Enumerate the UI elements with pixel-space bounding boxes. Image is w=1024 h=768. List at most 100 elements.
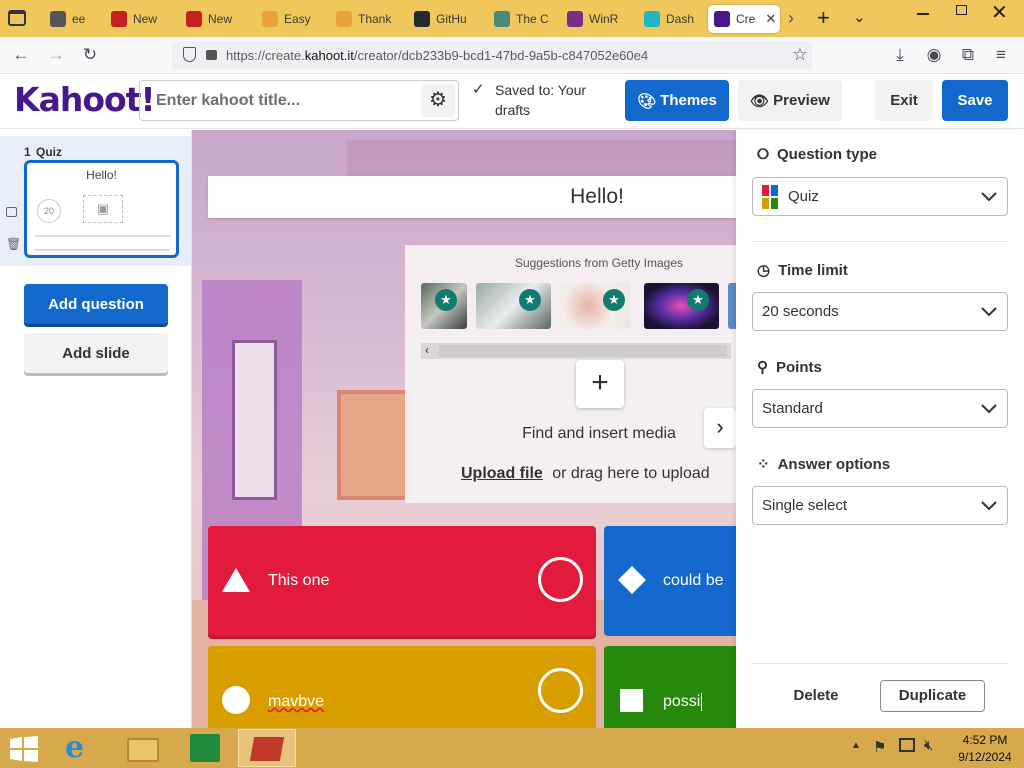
points-select[interactable]: Standard xyxy=(752,389,1008,428)
firefox-taskbar-button[interactable] xyxy=(238,729,296,767)
clock-time[interactable]: 4:52 PM xyxy=(955,733,1015,747)
quiz-icon xyxy=(762,184,778,209)
answer-4-text: possi xyxy=(663,693,703,711)
winrar-icon xyxy=(567,11,583,27)
slide-thumbnail[interactable]: Hello! 20 ▣ xyxy=(24,160,179,258)
insert-media-button[interactable]: + xyxy=(576,360,624,408)
network-icon[interactable] xyxy=(899,738,915,752)
extensions-icon[interactable]: ⧉ xyxy=(957,45,979,65)
slide-number: 1 xyxy=(24,145,31,159)
github-icon xyxy=(414,11,430,27)
browser-tab[interactable]: Cre ✕ xyxy=(708,5,780,33)
back-chevron-icon xyxy=(50,11,66,27)
settings-gear-icon[interactable]: ⚙ xyxy=(421,84,455,117)
upload-row: Upload file or drag here to upload xyxy=(461,465,736,487)
internet-explorer-icon[interactable]: e xyxy=(65,730,84,765)
kahoot-title-input[interactable]: Enter kahoot title... xyxy=(139,80,459,121)
browser-tab[interactable]: Thank xyxy=(330,5,392,33)
close-window-icon[interactable]: ✕ xyxy=(991,0,1008,25)
browser-tab[interactable]: ee xyxy=(44,5,92,33)
browser-tab-label: New xyxy=(208,12,233,26)
minimize-icon[interactable] xyxy=(917,13,929,15)
slide-type: Quiz xyxy=(36,145,62,159)
question-type-icon: ⭘ xyxy=(757,146,770,163)
question-type-select[interactable]: Quiz xyxy=(752,177,1008,216)
url-bar[interactable]: https://create. kahoot.it/creator/dcb233b… xyxy=(172,41,812,70)
tab-scroll-right-icon[interactable]: › xyxy=(788,8,794,29)
question-title-text: Hello! xyxy=(570,185,624,208)
browser-tab[interactable]: New xyxy=(180,5,242,33)
menu-icon[interactable]: ≡ xyxy=(990,45,1012,65)
clock-date[interactable]: 9/12/2024 xyxy=(955,750,1015,764)
browser-tab-label: Thank xyxy=(358,12,392,26)
add-question-button[interactable]: Add question xyxy=(24,284,168,324)
question-title-input[interactable]: Hello! xyxy=(208,176,736,218)
getty-thumbnail-1[interactable]: ★ xyxy=(421,283,467,329)
browser-tab[interactable]: The C xyxy=(488,5,550,33)
slide-thumbnail-title: Hello! xyxy=(86,168,117,182)
show-hidden-icons[interactable]: ▲ xyxy=(851,740,861,751)
back-icon[interactable]: ← xyxy=(10,45,32,65)
answer-4[interactable]: possi xyxy=(604,646,736,728)
windows-taskbar: e ▲ ⚑ 🔇︎ 4:52 PM 9/12/2024 xyxy=(0,728,1024,768)
answer-3-correct-toggle[interactable] xyxy=(538,668,583,713)
tab-list-icon[interactable] xyxy=(8,10,26,26)
getty-thumbnail-2[interactable]: ★ xyxy=(476,283,551,329)
delete-button[interactable]: Delete xyxy=(776,680,856,712)
store-icon[interactable] xyxy=(190,734,220,762)
scroll-left-icon[interactable]: ‹ xyxy=(425,343,429,357)
answer-3-text: mavbve xyxy=(268,693,325,710)
reload-icon[interactable]: ↻ xyxy=(79,45,101,65)
kahoot-logo[interactable]: Kahoot! xyxy=(14,80,156,119)
getty-thumbnail-3[interactable]: ★ xyxy=(560,283,630,329)
tab-dropdown-icon[interactable]: ⌄ xyxy=(853,8,866,26)
browser-tab[interactable]: GitHu xyxy=(408,5,470,33)
diamond-icon xyxy=(618,566,646,594)
downloads-icon[interactable]: ⤓ xyxy=(889,45,911,65)
background-ceiling xyxy=(347,140,736,180)
restore-icon[interactable] xyxy=(956,5,967,15)
action-center-flag-icon[interactable]: ⚑ xyxy=(873,738,886,756)
themes-label: Themes xyxy=(660,92,717,109)
delete-slide-icon[interactable]: 🗑︎ xyxy=(6,237,21,251)
answer-3[interactable]: mavbve xyxy=(208,646,596,728)
windows-start-icon[interactable] xyxy=(10,736,38,762)
exit-button[interactable]: Exit xyxy=(875,80,933,121)
duplicate-button[interactable]: Duplicate xyxy=(880,680,985,712)
file-explorer-icon[interactable] xyxy=(127,738,159,762)
url-prefix: https://create. xyxy=(226,48,305,63)
bookmark-star-icon[interactable]: ☆ xyxy=(789,45,811,65)
getty-thumbnail-5[interactable] xyxy=(728,283,736,329)
answer-options-select[interactable]: Single select xyxy=(752,486,1008,525)
duplicate-slide-icon[interactable] xyxy=(6,207,17,217)
next-media-button[interactable]: › xyxy=(704,408,736,448)
answer-2[interactable]: could be xyxy=(604,526,736,636)
lock-icon[interactable] xyxy=(206,50,217,60)
answer-options-label: Answer options xyxy=(777,455,891,473)
volume-muted-icon[interactable]: 🔇︎ xyxy=(924,737,933,754)
upload-file-link[interactable]: Upload file xyxy=(461,465,543,482)
browser-tab[interactable]: Easy xyxy=(256,5,318,33)
shield-icon[interactable] xyxy=(183,47,196,62)
answer-2-text: could be xyxy=(663,572,724,589)
browser-tab[interactable]: Dash xyxy=(638,5,700,33)
browser-tab[interactable]: New xyxy=(105,5,167,33)
themes-button[interactable]: 🎨︎ Themes xyxy=(625,80,729,121)
getty-thumbnail-4[interactable]: ★ xyxy=(644,283,719,329)
new-tab-icon[interactable]: + xyxy=(817,5,830,31)
preview-button[interactable]: 👁︎ Preview xyxy=(738,80,842,121)
browser-tab[interactable]: WinR xyxy=(561,5,623,33)
preview-label: Preview xyxy=(773,92,830,109)
answer-1[interactable]: This one xyxy=(208,526,596,636)
save-button[interactable]: Save xyxy=(942,80,1008,121)
account-icon[interactable]: ◉ xyxy=(923,45,945,65)
close-tab-icon[interactable]: ✕ xyxy=(765,11,776,27)
media-scrollbar-thumb[interactable] xyxy=(439,345,727,357)
time-limit-select[interactable]: 20 seconds xyxy=(752,292,1008,331)
kahoot-taskbar-icon xyxy=(249,737,285,761)
media-scrollbar[interactable]: ‹ xyxy=(421,343,731,359)
forward-icon[interactable]: → xyxy=(45,45,67,65)
add-slide-button[interactable]: Add slide xyxy=(24,333,168,373)
answer-1-correct-toggle[interactable] xyxy=(538,557,583,602)
points-value: Standard xyxy=(762,400,823,417)
